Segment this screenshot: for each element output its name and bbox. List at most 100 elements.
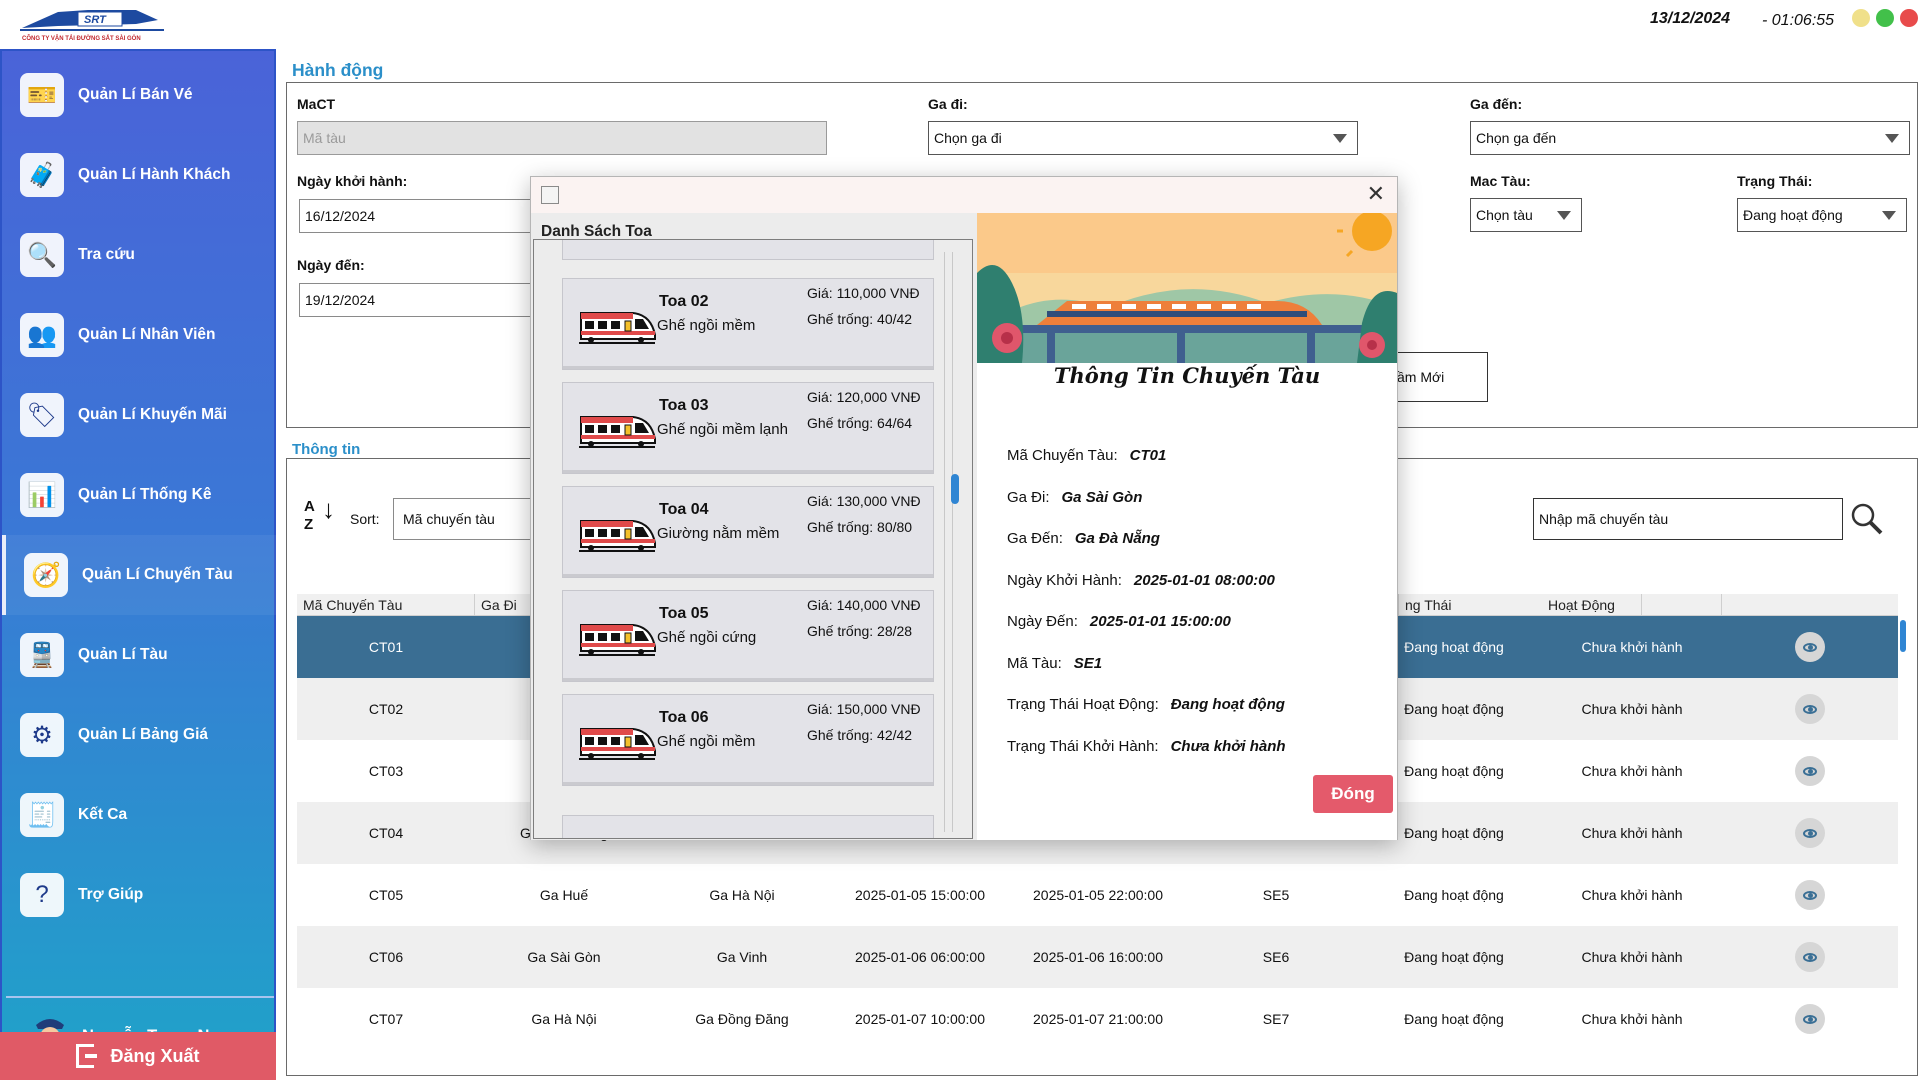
cell-gadi: Ga Sài Gòn — [527, 949, 601, 965]
mactau-select[interactable]: Chọn tàu — [1470, 198, 1582, 232]
dialog-close-icon[interactable]: ✕ — [1367, 181, 1385, 207]
close-dialog-button[interactable]: Đóng — [1313, 775, 1393, 813]
search-icon[interactable] — [1850, 502, 1884, 536]
sidebar-item-4[interactable]: 🏷 Quản Lí Khuyến Mãi — [2, 375, 278, 455]
view-eye-icon[interactable] — [1795, 694, 1825, 724]
close-dot[interactable] — [1900, 9, 1918, 27]
add-new-button[interactable]: ầm Mới — [1388, 352, 1488, 402]
maximize-dot[interactable] — [1876, 9, 1894, 27]
mactau-label: Mac Tàu: — [1470, 173, 1531, 189]
info-field: Mã Tàu: SE1 — [1007, 655, 1102, 672]
view-eye-icon[interactable] — [1795, 756, 1825, 786]
search-document-icon: 🔍 — [20, 233, 64, 277]
info-field-value: Chưa khởi hành — [1170, 737, 1286, 755]
trangthai-select[interactable]: Đang hoạt động — [1737, 198, 1907, 232]
car-name: Toa 02 — [659, 293, 709, 310]
sidebar-item-2[interactable]: 🔍 Tra cứu — [2, 215, 278, 295]
logout-button[interactable]: Đăng Xuất — [0, 1032, 276, 1080]
sidebar-item-8[interactable]: ⚙ Quản Lí Bảng Giá — [2, 695, 278, 775]
table-row[interactable]: CT07 Ga Hà Nội Ga Đồng Đăng 2025-01-07 1… — [297, 988, 1898, 1050]
view-eye-icon[interactable] — [1795, 1004, 1825, 1034]
sidebar-item-label: Tra cứu — [78, 246, 135, 263]
sidebar-item-label: Trợ Giúp — [78, 886, 144, 903]
info-field-label: Mã Chuyến Tàu: — [1007, 447, 1118, 464]
mact-input[interactable]: Mã tàu — [297, 121, 827, 155]
mact-label: MaCT — [297, 96, 336, 112]
car-list-scrollbar[interactable] — [944, 252, 953, 832]
logout-label: Đăng Xuất — [110, 1045, 200, 1066]
gadi-select[interactable]: Chọn ga đi — [928, 121, 1358, 155]
cell-gadi: Ga Hà Nội — [531, 1011, 597, 1027]
car-card[interactable]: Toa 04 Giường nằm mềm Giá: 130,000 VNĐ G… — [562, 486, 934, 578]
car-name: Toa 06 — [659, 709, 709, 726]
info-field: Mã Chuyến Tàu: CT01 — [1007, 447, 1166, 464]
cell-den: 2025-01-07 21:00:00 — [1033, 1011, 1163, 1027]
car-seats: Ghế trống: 64/64 — [807, 415, 913, 431]
sidebar-item-5[interactable]: 📊 Quản Lí Thống Kê — [2, 455, 278, 535]
ngayden-label: Ngày đến: — [297, 257, 365, 273]
sidebar-divider — [6, 996, 274, 998]
info-field-label: Trạng Thái Hoạt Động: — [1007, 696, 1159, 713]
car-list[interactable]: Toa 02 Ghế ngồi mềm Giá: 110,000 VNĐ Ghế… — [533, 239, 973, 839]
company-logo: SRT CÔNG TY VẬN TẢI ĐƯỜNG SẮT SÀI GÒN — [20, 10, 164, 42]
ngayden-input[interactable]: 19/12/2024 — [299, 283, 539, 317]
sidebar-item-label: Quản Lí Nhân Viên — [78, 326, 216, 343]
list-item-partial-bottom — [562, 815, 934, 838]
car-name: Toa 05 — [659, 605, 709, 622]
car-price: Giá: 140,000 VNĐ — [807, 597, 921, 613]
train-icon: 🚆 — [20, 633, 64, 677]
gadi-label: Ga đi: — [928, 96, 968, 112]
car-card[interactable]: Toa 05 Ghế ngồi cứng Giá: 140,000 VNĐ Gh… — [562, 590, 934, 682]
chevron-down-icon — [1557, 211, 1571, 220]
col-hd[interactable]: Hoạt Động — [1542, 594, 1722, 616]
cell-den: 2025-01-06 16:00:00 — [1033, 949, 1163, 965]
sidebar-item-1[interactable]: 🧳 Quản Lí Hành Khách — [2, 135, 278, 215]
route-icon: 🧭 — [24, 553, 68, 597]
cell-view — [1721, 988, 1899, 1050]
gadi-select-value: Chọn ga đi — [934, 130, 1002, 146]
info-field: Trạng Thái Khởi Hành: Chưa khởi hành — [1007, 738, 1286, 755]
sort-select[interactable]: Mã chuyến tàu — [393, 498, 533, 540]
car-card[interactable]: Toa 06 Ghế ngồi mềm Giá: 150,000 VNĐ Ghế… — [562, 694, 934, 786]
car-type: Ghế ngồi cứng — [657, 629, 757, 646]
car-price: Giá: 110,000 VNĐ — [807, 285, 920, 301]
cell-view — [1721, 740, 1899, 802]
view-eye-icon[interactable] — [1795, 880, 1825, 910]
cell-ma: CT07 — [368, 1011, 404, 1027]
table-row[interactable]: CT06 Ga Sài Gòn Ga Vinh 2025-01-06 06:00… — [297, 926, 1898, 988]
cell-khoihanh: 2025-01-06 06:00:00 — [855, 949, 985, 965]
sidebar-item-3[interactable]: 👥 Quản Lí Nhân Viên — [2, 295, 278, 375]
sidebar-item-label: Quản Lí Thống Kê — [78, 486, 212, 503]
col-ma[interactable]: Mã Chuyến Tàu — [297, 594, 475, 616]
sidebar-item-label: Quản Lí Hành Khách — [78, 166, 231, 183]
minimize-dot[interactable] — [1852, 9, 1870, 27]
sale-tag-icon: 🏷 — [20, 393, 64, 437]
view-eye-icon[interactable] — [1795, 632, 1825, 662]
sidebar-item-6[interactable]: 🧭 Quản Lí Chuyến Tàu — [2, 535, 278, 615]
car-card[interactable]: Toa 03 Ghế ngồi mềm lạnh Giá: 120,000 VN… — [562, 382, 934, 474]
sidebar-item-9[interactable]: 🧾 Kết Ca — [2, 775, 278, 855]
view-eye-icon[interactable] — [1795, 942, 1825, 972]
car-list-scrollbar-thumb[interactable] — [951, 474, 959, 504]
sidebar-item-10[interactable]: ? Trợ Giúp — [2, 855, 278, 935]
info-field-value: Đang hoạt động — [1170, 696, 1285, 713]
cell-view — [1721, 678, 1899, 740]
search-input[interactable]: Nhập mã chuyến tàu — [1533, 498, 1843, 540]
ngaykh-input[interactable]: 16/12/2024 — [299, 199, 539, 233]
table-scrollbar-thumb[interactable] — [1900, 620, 1906, 652]
gaden-select-value: Chọn ga đến — [1476, 130, 1557, 146]
view-eye-icon[interactable] — [1795, 818, 1825, 848]
cell-tau: SE7 — [1262, 1011, 1290, 1027]
chevron-down-icon — [1882, 211, 1896, 220]
sort-az-icon[interactable]: A Z ↓ — [304, 496, 344, 538]
action-section-title: Hành động — [292, 60, 384, 80]
header-time: - 01:06:55 — [1762, 12, 1835, 29]
cell-ma: CT05 — [368, 887, 404, 903]
sidebar-item-7[interactable]: 🚆 Quản Lí Tàu — [2, 615, 278, 695]
car-card[interactable]: Toa 02 Ghế ngồi mềm Giá: 110,000 VNĐ Ghế… — [562, 278, 934, 370]
svg-text:SRT: SRT — [84, 14, 107, 26]
gaden-select[interactable]: Chọn ga đến — [1470, 121, 1910, 155]
sidebar-item-0[interactable]: 🎫 Quản Lí Bán Vé — [2, 55, 278, 135]
table-row[interactable]: CT05 Ga Huế Ga Hà Nội 2025-01-05 15:00:0… — [297, 864, 1898, 926]
dialog-titlebar: ✕ — [531, 177, 1397, 213]
